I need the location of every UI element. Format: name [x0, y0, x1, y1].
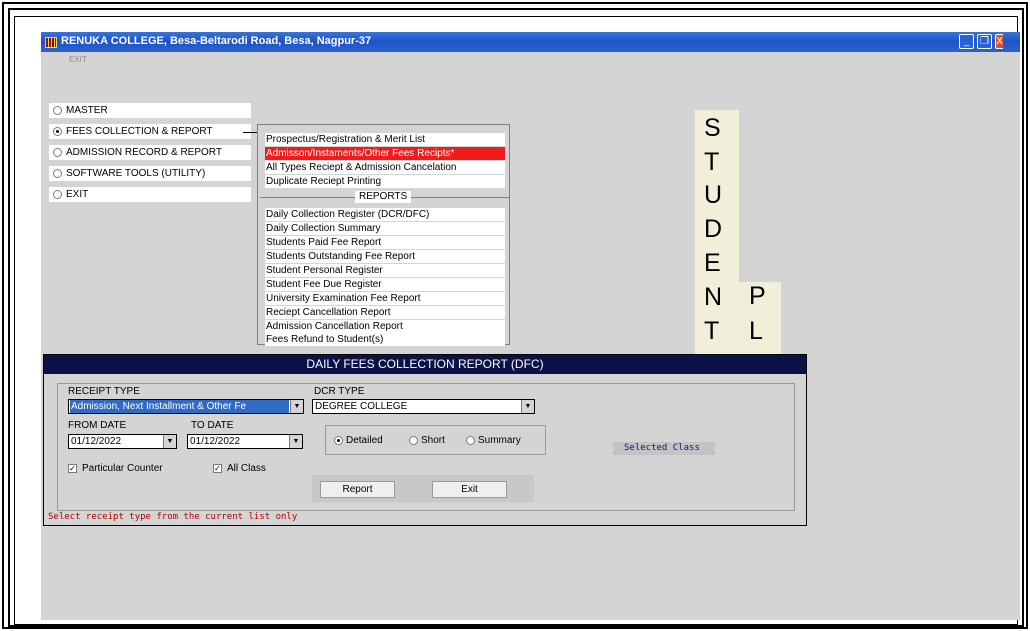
option-summary-radio[interactable]	[466, 436, 475, 445]
nav-software-tools[interactable]: SOFTWARE TOOLS (UTILITY)	[49, 166, 251, 181]
exit-button[interactable]: Exit	[432, 481, 507, 498]
report-button[interactable]: Report	[320, 481, 395, 498]
close-button[interactable]: X	[995, 34, 1003, 49]
receipt-type-label: RECEIPT TYPE	[68, 386, 140, 397]
nav-master[interactable]: MASTER	[49, 103, 251, 118]
dcr-type-select[interactable]: DEGREE COLLEGE ▼	[312, 399, 535, 414]
app-window: RENUKA COLLEGE, Besa-Beltarodi Road, Bes…	[41, 32, 1020, 620]
nav-software-tools-label: SOFTWARE TOOLS (UTILITY)	[66, 168, 206, 179]
banner-letter: T	[704, 148, 720, 176]
to-date-value: 01/12/2022	[190, 436, 241, 447]
reports-heading-label: REPORTS	[355, 191, 412, 203]
selected-class-label: Selected Class	[613, 442, 715, 455]
nav-fees-collection-radio[interactable]	[53, 127, 62, 136]
submenu-item-admission-fees[interactable]: Admisson/Instaments/Other Fees Recipts*	[265, 147, 505, 160]
submenu-item-duplicate-receipt[interactable]: Duplicate Reciept Printing	[265, 175, 505, 188]
banner-letter: U	[704, 181, 723, 209]
nav-admission-record-label: ADMISSION RECORD & REPORT	[66, 147, 222, 158]
to-date-picker[interactable]: 01/12/2022 ▼	[187, 434, 303, 449]
dfc-button-bar: Report Exit	[312, 475, 534, 502]
from-date-picker[interactable]: 01/12/2022 ▼	[68, 434, 177, 449]
restore-button[interactable]: ❐	[977, 34, 992, 49]
app-icon	[45, 37, 57, 48]
nav-exit[interactable]: EXIT	[49, 187, 251, 202]
minimize-button[interactable]: _	[959, 34, 974, 49]
menu-exit[interactable]: EXIT	[69, 55, 87, 64]
submenu-item-prospectus[interactable]: Prospectus/Registration & Merit List	[265, 133, 505, 146]
particular-counter-checkbox[interactable]: ✓ Particular Counter	[68, 463, 163, 474]
chevron-down-icon[interactable]: ▼	[290, 400, 303, 413]
reports-heading: REPORTS	[258, 191, 511, 203]
banner-letter: D	[704, 215, 723, 243]
close-icon: X	[996, 36, 1003, 47]
minimize-icon: _	[964, 36, 969, 47]
receipt-type-select[interactable]: Admission, Next Installment & Other Fe ▼	[68, 399, 304, 414]
title-bar[interactable]: RENUKA COLLEGE, Besa-Beltarodi Road, Bes…	[41, 32, 1020, 52]
dfc-form: RECEIPT TYPE Admission, Next Installment…	[57, 383, 795, 511]
option-short-radio[interactable]	[409, 436, 418, 445]
report-item[interactable]: Student Fee Due Register	[265, 278, 505, 291]
nav-exit-radio[interactable]	[53, 190, 62, 199]
banner-letter: L	[749, 317, 763, 345]
report-item[interactable]: Daily Collection Summary	[265, 222, 505, 235]
nav-admission-record-radio[interactable]	[53, 148, 62, 157]
report-item[interactable]: Daily Collection Register (DCR/DFC)	[265, 208, 505, 221]
from-date-value: 01/12/2022	[71, 436, 122, 447]
window-title: RENUKA COLLEGE, Besa-Beltarodi Road, Bes…	[61, 35, 372, 47]
option-detailed[interactable]: Detailed	[334, 435, 383, 446]
chevron-down-icon[interactable]: ▼	[163, 435, 176, 448]
to-date-label: TO DATE	[191, 420, 234, 431]
status-message: Select receipt type from the current lis…	[48, 512, 298, 522]
pl-banner: P L	[739, 282, 781, 354]
all-class-checkbox[interactable]: ✓ All Class	[213, 463, 266, 474]
submenu-item-cancelation[interactable]: All Types Reciept & Admission Cancelatio…	[265, 161, 505, 174]
nav-admission-record[interactable]: ADMISSION RECORD & REPORT	[49, 145, 251, 160]
report-item[interactable]: Fees Refund to Student(s)	[265, 333, 505, 346]
option-short[interactable]: Short	[409, 435, 445, 446]
chevron-down-icon[interactable]: ▼	[521, 400, 534, 413]
nav-master-label: MASTER	[66, 105, 108, 116]
report-format-options: Detailed Short Summary	[325, 425, 546, 455]
dfc-title: DAILY FEES COLLECTION REPORT (DFC)	[44, 355, 806, 374]
nav-fees-collection[interactable]: FEES COLLECTION & REPORT	[49, 124, 251, 139]
menu-bar: EXIT	[41, 52, 1020, 68]
chevron-down-icon[interactable]: ▼	[289, 435, 302, 448]
nav-master-radio[interactable]	[53, 106, 62, 115]
report-item[interactable]: Reciept Cancellation Report	[265, 306, 505, 319]
nav-exit-label: EXIT	[66, 189, 89, 200]
report-item[interactable]: Student Personal Register	[265, 264, 505, 277]
dfc-report-dialog: DAILY FEES COLLECTION REPORT (DFC) RECEI…	[43, 354, 807, 526]
student-banner: S T U D E N T	[695, 110, 739, 354]
nav-fees-collection-label: FEES COLLECTION & REPORT	[66, 126, 213, 137]
banner-letter: N	[704, 283, 723, 311]
submenu-connector	[243, 132, 257, 133]
restore-icon: ❐	[980, 36, 989, 47]
receipt-type-value: Admission, Next Installment & Other Fe	[70, 400, 289, 413]
from-date-label: FROM DATE	[68, 420, 127, 431]
banner-letter: S	[704, 114, 721, 142]
banner-letter: E	[704, 249, 721, 277]
particular-counter-label: Particular Counter	[82, 463, 163, 474]
dcr-type-value: DEGREE COLLEGE	[315, 401, 408, 412]
banner-letter: T	[704, 317, 720, 345]
banner-letter: P	[749, 282, 766, 310]
option-detailed-radio[interactable]	[334, 436, 343, 445]
report-item[interactable]: Admission Cancellation Report	[265, 320, 505, 333]
option-summary[interactable]: Summary	[466, 435, 521, 446]
dcr-type-label: DCR TYPE	[314, 386, 365, 397]
report-item[interactable]: University Examination Fee Report	[265, 292, 505, 305]
nav-software-tools-radio[interactable]	[53, 169, 62, 178]
fees-submenu: Prospectus/Registration & Merit List Adm…	[257, 124, 511, 346]
checkmark-icon[interactable]: ✓	[213, 464, 222, 473]
report-item[interactable]: Students Outstanding Fee Report	[265, 250, 505, 263]
report-item[interactable]: Students Paid Fee Report	[265, 236, 505, 249]
checkmark-icon[interactable]: ✓	[68, 464, 77, 473]
